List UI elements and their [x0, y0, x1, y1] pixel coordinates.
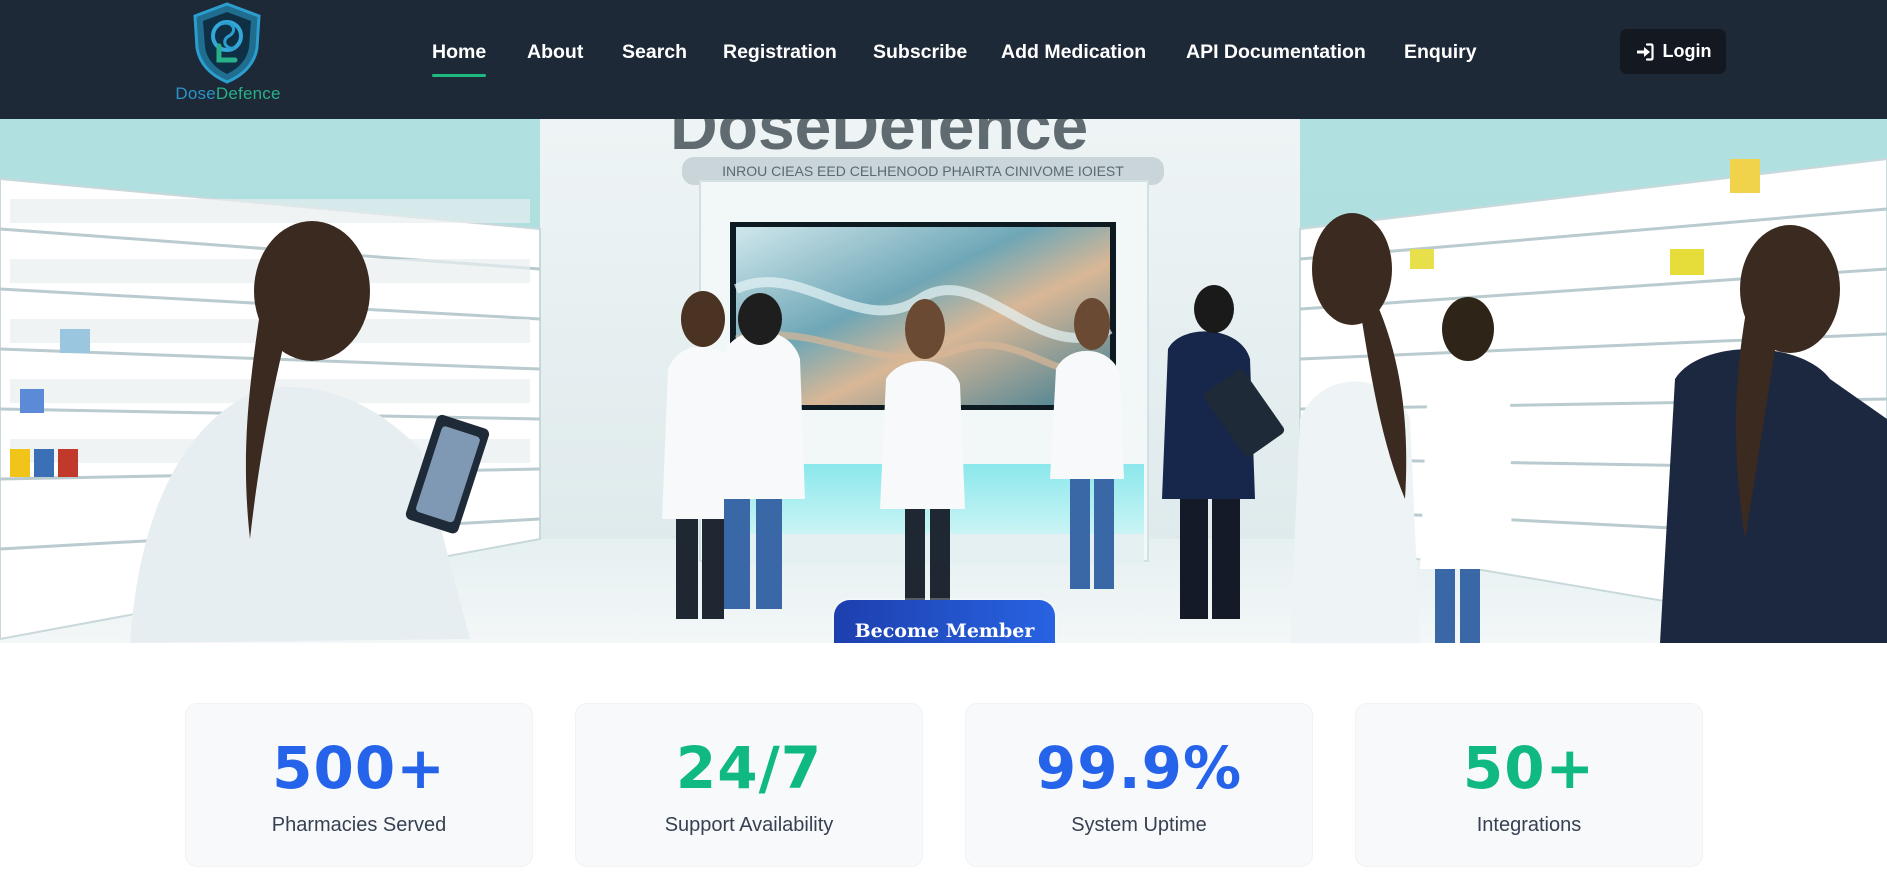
stat-value: 99.9% — [1035, 734, 1243, 802]
brand-name-part2: Defence — [215, 84, 281, 103]
stat-card-pharmacies: 500+ Pharmacies Served — [185, 703, 533, 867]
stat-value: 50+ — [1462, 734, 1596, 802]
hero-sign-text: DoseDefence — [670, 119, 1088, 163]
nav-api-documentation[interactable]: API Documentation — [1186, 38, 1366, 78]
login-button[interactable]: Login — [1620, 29, 1726, 74]
hero-sign-subtitle: INROU CIEAS EED CELHENOOD PHAIRTA CINIVO… — [722, 163, 1124, 179]
become-member-button[interactable]: Become Member — [834, 600, 1055, 643]
nav-about[interactable]: About — [527, 38, 583, 78]
stat-label: Integrations — [1476, 814, 1582, 836]
stat-value: 500+ — [272, 734, 446, 802]
stat-card-integrations: 50+ Integrations — [1355, 703, 1703, 867]
nav-subscribe[interactable]: Subscribe — [873, 38, 967, 78]
stat-value: 24/7 — [675, 734, 823, 802]
stat-card-support: 24/7 Support Availability — [575, 703, 923, 867]
hero-pharmacy-illustration: DoseDefence INROU CIEAS EED CELHENOOD PH… — [0, 119, 1887, 643]
stat-card-uptime: 99.9% System Uptime — [965, 703, 1313, 867]
nav-search[interactable]: Search — [622, 38, 687, 78]
nav-enquiry[interactable]: Enquiry — [1404, 38, 1477, 78]
shield-logo-icon — [193, 2, 261, 84]
nav-home[interactable]: Home — [432, 38, 487, 78]
top-navbar: DoseDefence Home About Search Registrati… — [0, 0, 1887, 119]
sign-in-icon — [1636, 42, 1654, 61]
stat-label: Pharmacies Served — [271, 814, 447, 836]
nav-add-medication[interactable]: Add Medication — [1001, 38, 1146, 78]
brand-name-part1: Dose — [175, 84, 216, 103]
nav-registration[interactable]: Registration — [723, 38, 837, 78]
brand-name: DoseDefence — [163, 84, 293, 104]
hero-banner: DoseDefence INROU CIEAS EED CELHENOOD PH… — [0, 119, 1887, 643]
stat-label: System Uptime — [1071, 814, 1207, 836]
brand-logo[interactable]: DoseDefence — [163, 2, 293, 106]
stat-label: Support Availability — [664, 814, 834, 836]
login-label: Login — [1662, 41, 1712, 61]
